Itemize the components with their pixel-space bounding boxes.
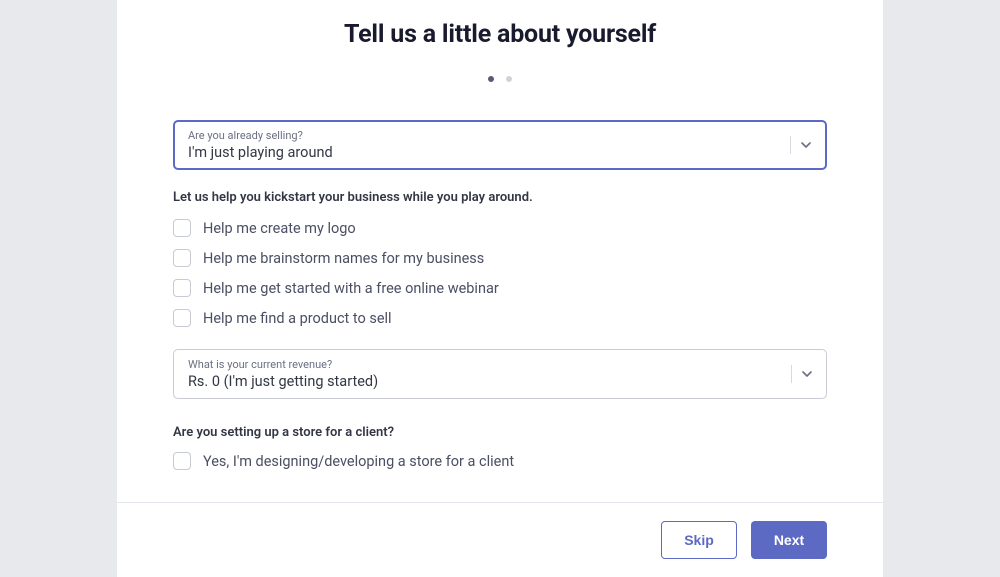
- client-question-text: Are you setting up a store for a client?: [173, 425, 827, 440]
- current-revenue-label: What is your current revenue?: [188, 358, 812, 371]
- step-indicator: [173, 67, 827, 86]
- checkbox-find-product[interactable]: [173, 309, 191, 327]
- already-selling-select[interactable]: Are you already selling? I'm just playin…: [173, 120, 827, 170]
- step-dot-1: [488, 76, 494, 82]
- already-selling-value: I'm just playing around: [188, 144, 812, 161]
- checkbox-label: Help me create my logo: [203, 220, 356, 237]
- kickstart-help-text: Let us help you kickstart your business …: [173, 190, 827, 205]
- content-area: Tell us a little about yourself Are you …: [117, 0, 883, 470]
- checkbox-label: Help me find a product to sell: [203, 310, 392, 327]
- checkbox-client-store[interactable]: [173, 452, 191, 470]
- chevron-divider: [790, 136, 791, 154]
- checkbox-create-logo[interactable]: [173, 219, 191, 237]
- dropdown-toggle[interactable]: [791, 365, 812, 383]
- current-revenue-value: Rs. 0 (I'm just getting started): [188, 373, 812, 390]
- list-item: Help me create my logo: [173, 219, 827, 237]
- chevron-divider: [791, 365, 792, 383]
- help-options-list: Help me create my logo Help me brainstor…: [173, 219, 827, 327]
- already-selling-label: Are you already selling?: [188, 129, 812, 142]
- chevron-down-icon: [802, 369, 812, 379]
- next-button[interactable]: Next: [751, 521, 827, 559]
- footer-actions: Skip Next: [117, 502, 883, 577]
- list-item: Yes, I'm designing/developing a store fo…: [173, 452, 827, 470]
- list-item: Help me find a product to sell: [173, 309, 827, 327]
- step-dot-2: [506, 76, 512, 82]
- checkbox-label: Help me brainstorm names for my business: [203, 250, 484, 267]
- checkbox-label: Help me get started with a free online w…: [203, 280, 499, 297]
- checkbox-label: Yes, I'm designing/developing a store fo…: [203, 453, 514, 470]
- onboarding-panel: Tell us a little about yourself Are you …: [117, 0, 883, 577]
- dropdown-toggle[interactable]: [790, 136, 811, 154]
- list-item: Help me get started with a free online w…: [173, 279, 827, 297]
- page-title: Tell us a little about yourself: [173, 20, 827, 49]
- checkbox-online-webinar[interactable]: [173, 279, 191, 297]
- skip-button[interactable]: Skip: [661, 521, 737, 559]
- chevron-down-icon: [801, 140, 811, 150]
- checkbox-brainstorm-names[interactable]: [173, 249, 191, 267]
- current-revenue-select[interactable]: What is your current revenue? Rs. 0 (I'm…: [173, 349, 827, 399]
- list-item: Help me brainstorm names for my business: [173, 249, 827, 267]
